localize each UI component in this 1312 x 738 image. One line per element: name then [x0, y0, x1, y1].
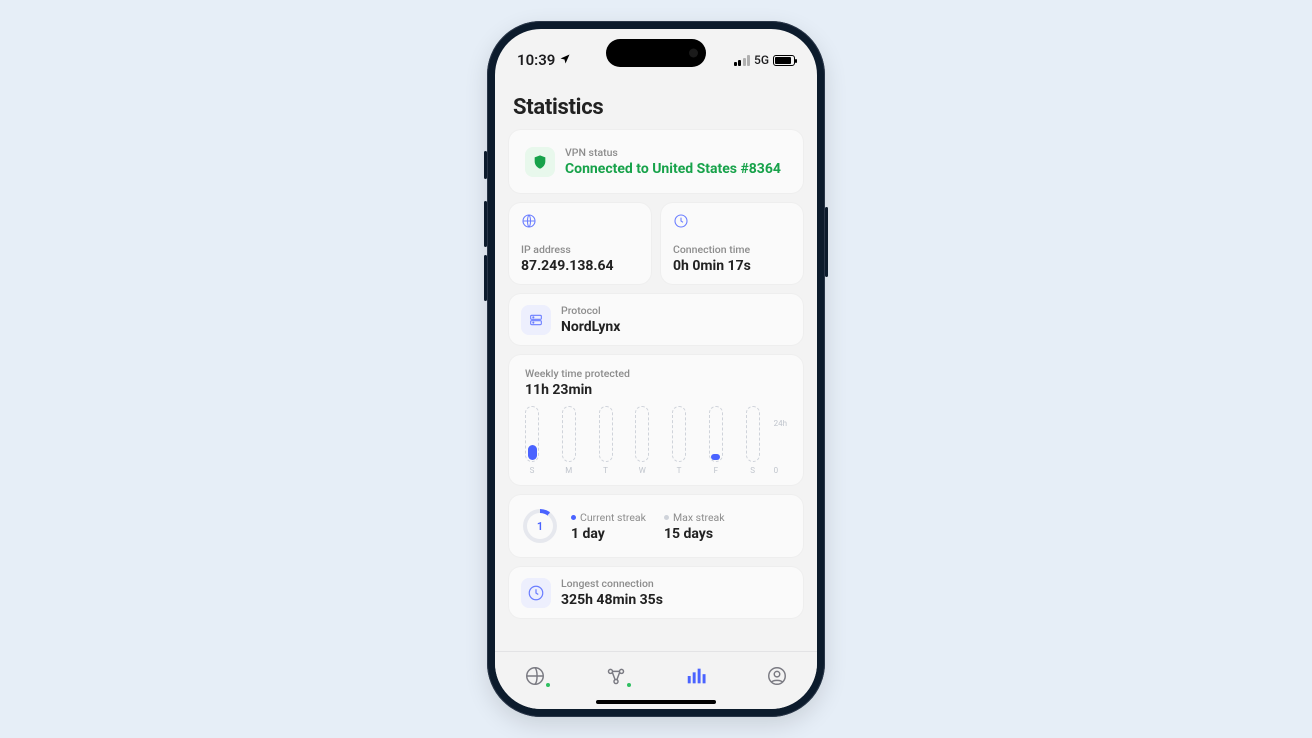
server-icon	[521, 305, 551, 335]
clock-icon	[521, 578, 551, 608]
tab-home[interactable]	[513, 658, 557, 694]
protocol-label: Protocol	[561, 304, 620, 317]
current-streak-value: 1 day	[571, 526, 646, 542]
weekly-chart: S M T W T F S 24h 0	[521, 406, 791, 475]
y-top: 24h	[774, 419, 787, 428]
chart-bar: T	[672, 406, 686, 475]
weekly-value: 11h 23min	[521, 382, 791, 398]
longest-label: Longest connection	[561, 577, 663, 590]
vpn-status-value: Connected to United States #8364	[565, 161, 781, 177]
chart-day-label: T	[677, 466, 682, 475]
protocol-value: NordLynx	[561, 319, 620, 335]
status-time: 10:39	[517, 51, 555, 69]
vpn-status-label: VPN status	[565, 146, 781, 159]
longest-card[interactable]: Longest connection 325h 48min 35s	[509, 567, 803, 618]
ip-address-card[interactable]: IP address 87.249.138.64	[509, 203, 651, 284]
connection-time-card[interactable]: Connection time 0h 0min 17s	[661, 203, 803, 284]
clock-icon	[673, 213, 791, 233]
max-streak-label: Max streak	[664, 511, 725, 524]
ip-label: IP address	[521, 243, 639, 256]
weekly-card[interactable]: Weekly time protected 11h 23min S M T W T F S …	[509, 355, 803, 485]
chart-day-label: T	[603, 466, 608, 475]
streak-ring-value: 1	[537, 520, 543, 533]
conn-time-label: Connection time	[673, 243, 791, 256]
weekly-label: Weekly time protected	[521, 365, 791, 380]
max-streak-value: 15 days	[664, 526, 725, 542]
page-title: Statistics	[513, 95, 799, 120]
shield-icon	[525, 147, 555, 177]
chart-day-label: S	[530, 466, 535, 475]
chart-bar: F	[709, 406, 723, 475]
chart-day-label: F	[714, 466, 718, 475]
ip-value: 87.249.138.64	[521, 258, 639, 274]
longest-value: 325h 48min 35s	[561, 592, 663, 608]
streak-card[interactable]: 1 Current streak 1 day Max streak 15 day…	[509, 495, 803, 557]
tab-statistics[interactable]	[674, 658, 718, 694]
tab-profile[interactable]	[755, 658, 799, 694]
current-streak-label: Current streak	[571, 511, 646, 524]
y-bot: 0	[774, 466, 779, 475]
network-type: 5G	[754, 53, 769, 67]
streak-ring: 1	[523, 509, 557, 543]
home-indicator[interactable]	[596, 700, 716, 704]
globe-icon	[521, 213, 639, 233]
chart-bar: M	[562, 406, 576, 475]
tab-mesh[interactable]	[594, 658, 638, 694]
vpn-status-card[interactable]: VPN status Connected to United States #8…	[509, 130, 803, 193]
signal-icon	[734, 54, 751, 66]
chart-bar: W	[635, 406, 649, 475]
chart-day-label: S	[750, 466, 755, 475]
chart-day-label: M	[565, 466, 572, 475]
chart-bar: S	[525, 406, 539, 475]
chart-bar: T	[599, 406, 613, 475]
chart-day-label: W	[639, 466, 646, 475]
conn-time-value: 0h 0min 17s	[673, 258, 791, 274]
location-icon	[559, 51, 571, 69]
chart-bar: S	[746, 406, 760, 475]
protocol-card[interactable]: Protocol NordLynx	[509, 294, 803, 345]
battery-icon	[773, 55, 795, 66]
dynamic-island	[606, 39, 706, 67]
